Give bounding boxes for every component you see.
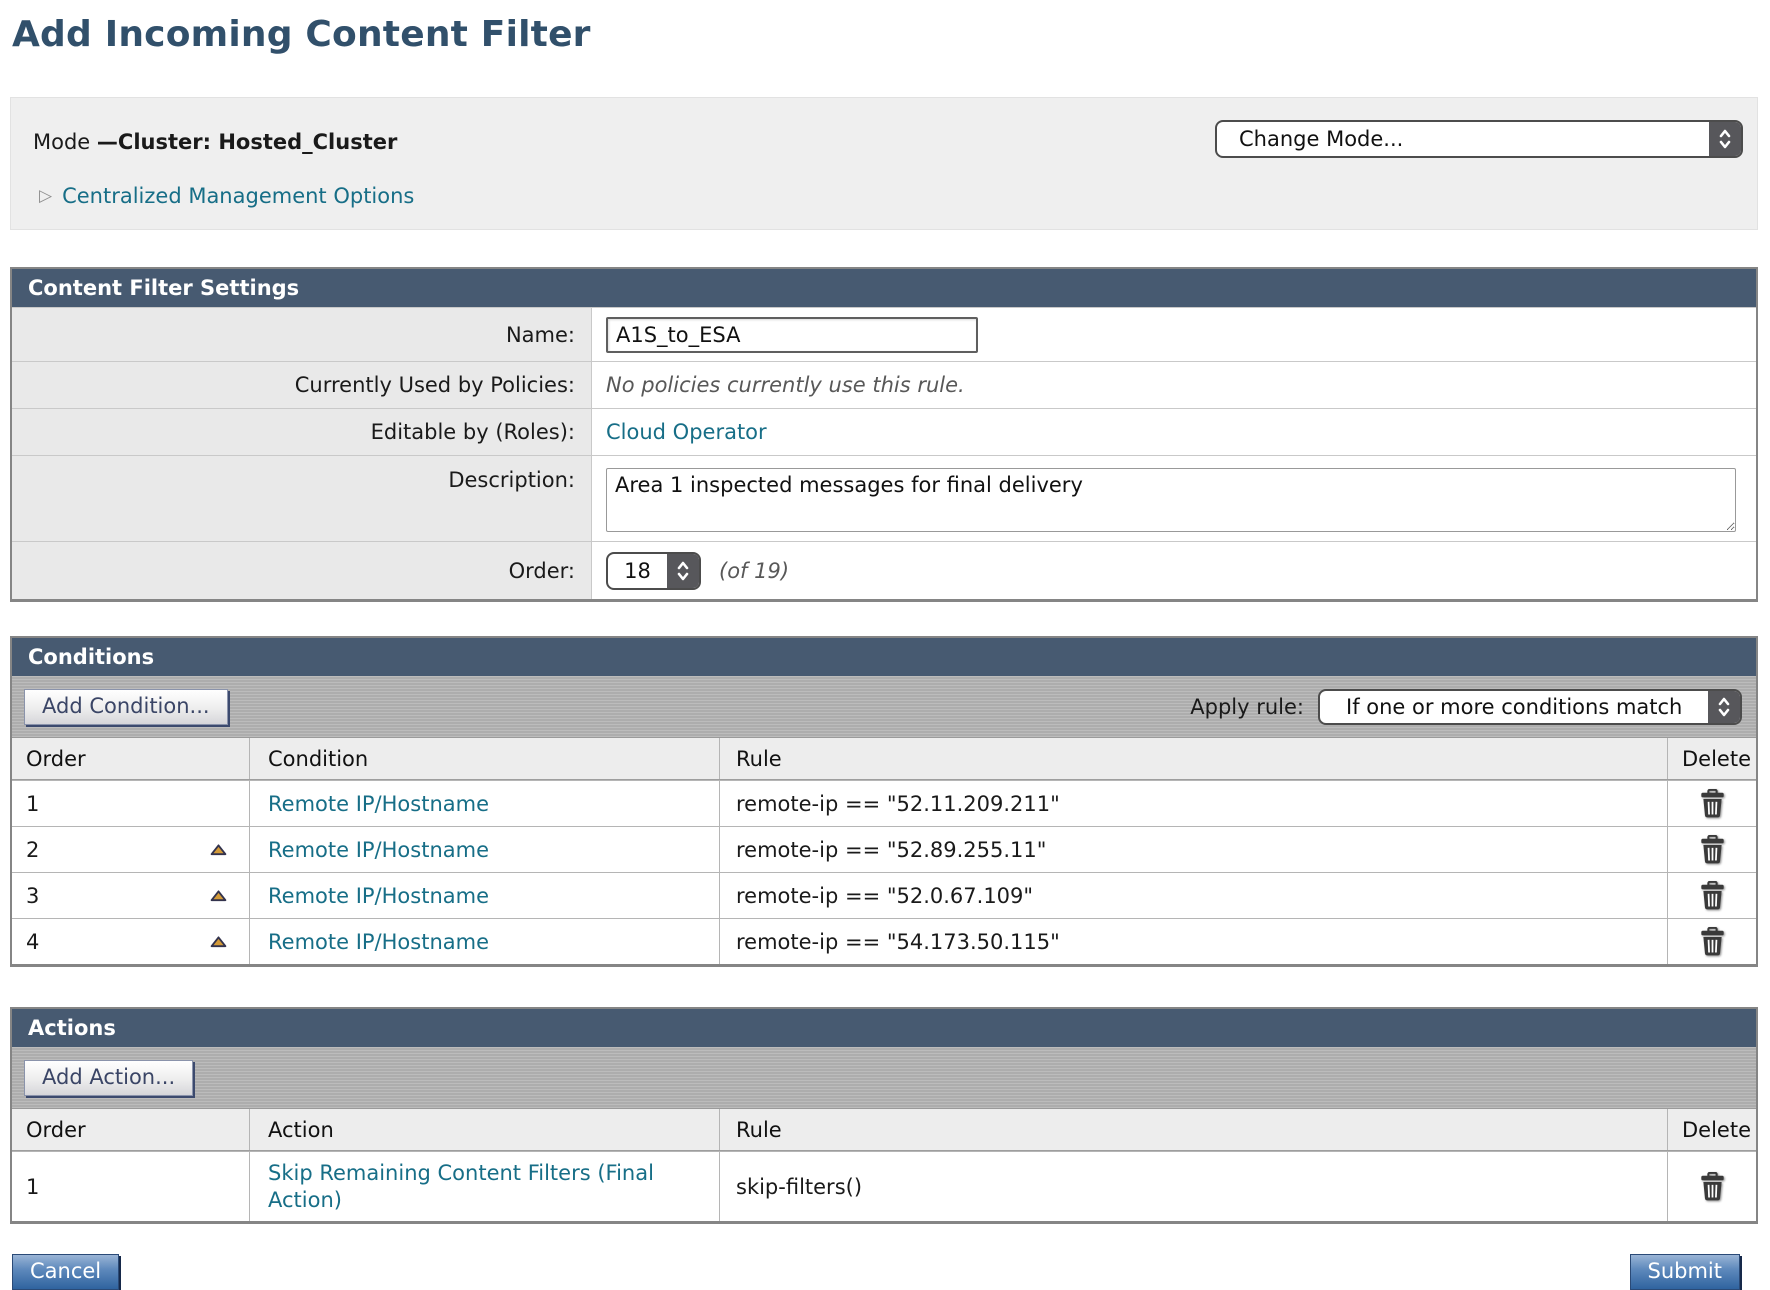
actions-section: Actions Add Action... Order Action Rule …	[10, 1007, 1758, 1224]
condition-row: 1 Remote IP/Hostname remote-ip == "52.11…	[12, 780, 1756, 826]
condition-order: 1	[26, 792, 39, 816]
apply-rule-select-value: If one or more conditions match	[1320, 691, 1708, 723]
column-header-rule: Rule	[720, 1109, 1668, 1150]
conditions-section-header: Conditions	[12, 638, 1756, 676]
condition-rule: remote-ip == "52.11.209.211"	[736, 792, 1060, 816]
roles-row: Editable by (Roles): Cloud Operator	[12, 408, 1756, 455]
condition-row: 2 Remote IP/Hostname remote-ip == "52.89…	[12, 826, 1756, 872]
actions-table-header: Order Action Rule Delete	[12, 1109, 1756, 1151]
order-select[interactable]: 18	[606, 552, 701, 590]
condition-link[interactable]: Remote IP/Hostname	[268, 930, 489, 954]
change-mode-select-value: Change Mode...	[1217, 122, 1709, 156]
action-rule: skip-filters()	[736, 1175, 862, 1199]
trash-icon[interactable]	[1700, 1172, 1725, 1201]
chevron-up-down-icon	[667, 554, 699, 588]
condition-order: 3	[26, 884, 39, 908]
condition-order: 4	[26, 930, 39, 954]
content-filter-settings-section: Content Filter Settings Name: Currently …	[10, 267, 1758, 602]
column-header-order: Order	[12, 1109, 250, 1150]
page-title: Add Incoming Content Filter	[12, 14, 1758, 55]
mode-panel: Mode —Cluster: Hosted_Cluster Change Mod…	[10, 97, 1758, 230]
policies-value: No policies currently use this rule.	[606, 373, 965, 397]
condition-rule: remote-ip == "52.0.67.109"	[736, 884, 1033, 908]
footer-bar: Cancel Submit	[10, 1254, 1758, 1290]
actions-toolbar: Add Action...	[12, 1047, 1756, 1109]
mode-text: Mode —Cluster: Hosted_Cluster	[33, 124, 397, 154]
name-input[interactable]	[606, 317, 978, 353]
centralized-management-options-link[interactable]: Centralized Management Options	[62, 184, 414, 208]
trash-icon[interactable]	[1700, 789, 1725, 818]
description-input[interactable]: Area 1 inspected messages for final deli…	[606, 468, 1736, 532]
apply-rule-select[interactable]: If one or more conditions match	[1318, 689, 1742, 725]
move-up-icon[interactable]	[210, 844, 227, 856]
column-header-condition: Condition	[250, 738, 720, 779]
description-label: Description:	[12, 456, 592, 541]
disclosure-triangle-icon[interactable]: ▷	[39, 188, 52, 205]
condition-link[interactable]: Remote IP/Hostname	[268, 884, 489, 908]
roles-label: Editable by (Roles):	[12, 409, 592, 455]
condition-link[interactable]: Remote IP/Hostname	[268, 792, 489, 816]
column-header-order: Order	[12, 738, 250, 779]
order-select-value: 18	[608, 554, 667, 588]
mode-label: Mode	[33, 130, 90, 154]
move-up-icon[interactable]	[210, 936, 227, 948]
settings-section-header: Content Filter Settings	[12, 269, 1756, 307]
action-link[interactable]: Skip Remaining Content Filters (Final Ac…	[268, 1161, 654, 1211]
order-row: Order: 18 (of 19)	[12, 541, 1756, 599]
actions-section-header: Actions	[12, 1009, 1756, 1047]
column-header-delete: Delete	[1668, 738, 1756, 779]
apply-rule-label: Apply rule:	[1190, 695, 1304, 719]
order-total: (of 19)	[719, 559, 789, 583]
description-row: Description: Area 1 inspected messages f…	[12, 455, 1756, 541]
action-order: 1	[26, 1175, 39, 1199]
action-row: 1 Skip Remaining Content Filters (Final …	[12, 1151, 1756, 1221]
add-condition-button[interactable]: Add Condition...	[24, 689, 228, 725]
conditions-toolbar: Add Condition... Apply rule: If one or m…	[12, 676, 1756, 738]
condition-rule: remote-ip == "52.89.255.11"	[736, 838, 1046, 862]
condition-row: 3 Remote IP/Hostname remote-ip == "52.0.…	[12, 872, 1756, 918]
conditions-section: Conditions Add Condition... Apply rule: …	[10, 636, 1758, 967]
chevron-up-down-icon	[1709, 122, 1741, 156]
policies-label: Currently Used by Policies:	[12, 362, 592, 408]
condition-link[interactable]: Remote IP/Hostname	[268, 838, 489, 862]
add-action-button[interactable]: Add Action...	[24, 1060, 193, 1096]
trash-icon[interactable]	[1700, 927, 1725, 956]
policies-row: Currently Used by Policies: No policies …	[12, 361, 1756, 408]
name-row: Name:	[12, 307, 1756, 361]
change-mode-select[interactable]: Change Mode...	[1215, 120, 1743, 158]
mode-value: —Cluster: Hosted_Cluster	[97, 130, 397, 154]
roles-link[interactable]: Cloud Operator	[606, 420, 767, 444]
order-label: Order:	[12, 542, 592, 599]
submit-button[interactable]: Submit	[1630, 1254, 1741, 1290]
move-up-icon[interactable]	[210, 890, 227, 902]
column-header-action: Action	[250, 1109, 720, 1150]
column-header-delete: Delete	[1668, 1109, 1756, 1150]
condition-row: 4 Remote IP/Hostname remote-ip == "54.17…	[12, 918, 1756, 964]
cancel-button[interactable]: Cancel	[12, 1254, 119, 1290]
column-header-rule: Rule	[720, 738, 1668, 779]
chevron-up-down-icon	[1708, 691, 1740, 723]
trash-icon[interactable]	[1700, 835, 1725, 864]
condition-rule: remote-ip == "54.173.50.115"	[736, 930, 1060, 954]
name-label: Name:	[12, 308, 592, 361]
condition-order: 2	[26, 838, 39, 862]
conditions-table-header: Order Condition Rule Delete	[12, 738, 1756, 780]
trash-icon[interactable]	[1700, 881, 1725, 910]
